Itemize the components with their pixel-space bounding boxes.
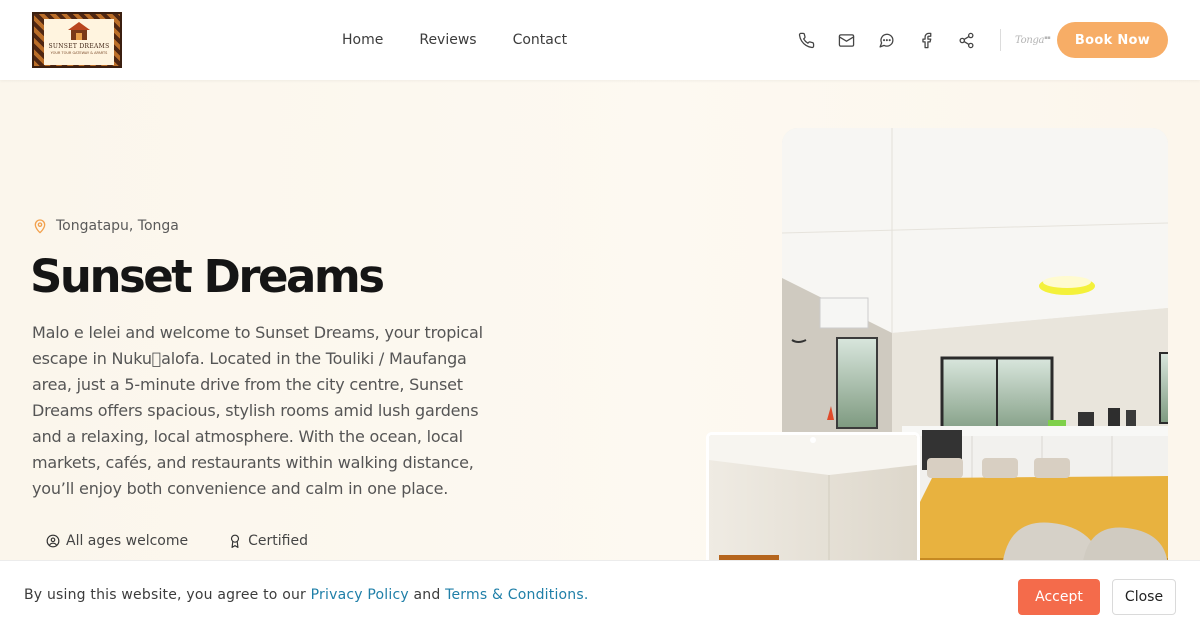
cookie-text-start: By using this website, you agree to our <box>24 587 311 603</box>
header-divider <box>1000 29 1001 51</box>
award-icon <box>231 534 240 548</box>
user-circle-icon <box>46 534 60 548</box>
map-pin-icon <box>34 219 46 234</box>
main-nav: Home Reviews Contact <box>342 30 567 50</box>
logo-tagline: YOUR TOUR GATEWAY & APARTS <box>50 51 108 55</box>
close-button[interactable]: Close <box>1112 579 1176 615</box>
house-icon <box>68 22 90 40</box>
terms-link[interactable]: Terms & Conditions. <box>445 587 588 603</box>
feature-label: All ages welcome <box>66 533 189 549</box>
header-icons: Tonga▪▪ <box>796 29 1051 51</box>
tonga-partner-logo[interactable]: Tonga▪▪ <box>1015 34 1051 46</box>
logo-badge: SUNSET DREAMS YOUR TOUR GATEWAY & APARTS <box>44 19 114 65</box>
cookie-banner: By using this website, you agree to our … <box>0 560 1200 630</box>
hero-photo-bedroom[interactable] <box>706 432 920 572</box>
hero-description: Malo e lelei and welcome to Sunset Dream… <box>32 323 483 498</box>
site-header: SUNSET DREAMS YOUR TOUR GATEWAY & APARTS… <box>0 0 1200 80</box>
nav-reviews[interactable]: Reviews <box>419 30 476 50</box>
facebook-icon[interactable] <box>916 30 936 50</box>
feature-label: Certified <box>248 533 308 549</box>
cookie-text-mid: and <box>408 587 446 603</box>
feature-all-ages: All ages welcome <box>46 533 188 549</box>
tonga-logo-text: Tonga <box>1015 34 1045 46</box>
feature-list: All ages welcome Certified <box>46 533 308 549</box>
nav-contact[interactable]: Contact <box>513 30 567 50</box>
logo-text: SUNSET DREAMS <box>48 43 110 50</box>
brand-logo[interactable]: SUNSET DREAMS YOUR TOUR GATEWAY & APARTS <box>32 12 122 68</box>
hero-location: Tongatapu, Tonga <box>32 218 179 234</box>
privacy-policy-link[interactable]: Privacy Policy <box>311 587 409 603</box>
book-now-button[interactable]: Book Now <box>1057 22 1168 58</box>
chat-icon[interactable] <box>876 30 896 50</box>
location-text: Tongatapu, Tonga <box>56 218 179 234</box>
share-icon[interactable] <box>956 30 976 50</box>
cookie-message: By using this website, you agree to our … <box>24 587 589 603</box>
phone-icon[interactable] <box>796 30 816 50</box>
accept-button[interactable]: Accept <box>1018 579 1100 615</box>
bedroom-photo-illustration <box>709 435 917 569</box>
page-title: Sunset Dreams <box>30 250 385 303</box>
feature-certified: Certified <box>228 533 308 549</box>
mail-icon[interactable] <box>836 30 856 50</box>
nav-home[interactable]: Home <box>342 30 383 50</box>
